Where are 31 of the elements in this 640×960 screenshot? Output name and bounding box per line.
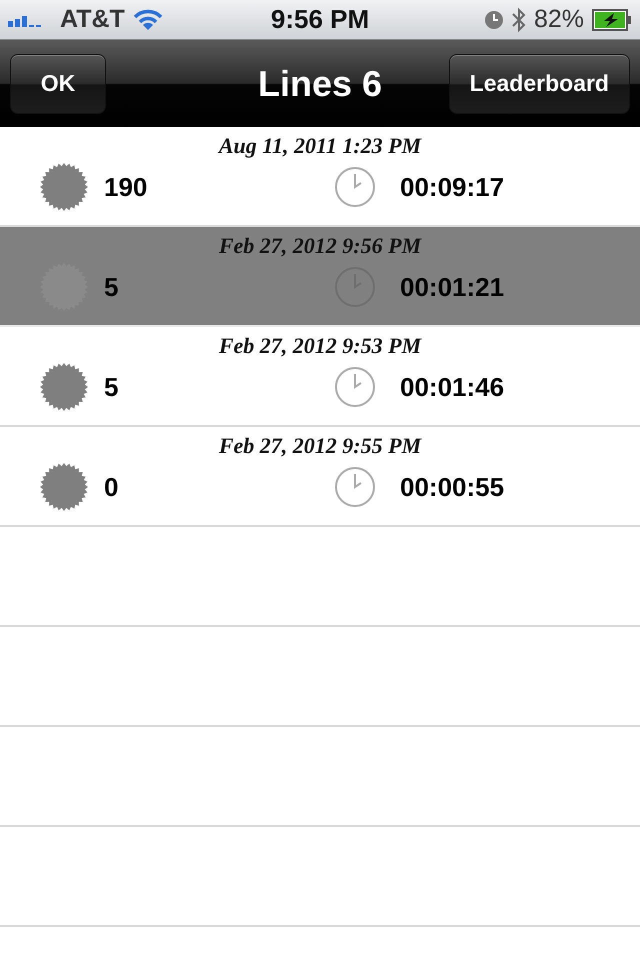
clock-icon — [334, 466, 376, 508]
score-row[interactable]: Feb 27, 2012 9:53 PM 5 00:01:46 — [0, 327, 640, 427]
badge-icon — [40, 163, 88, 211]
row-duration: 00:01:21 — [400, 272, 504, 302]
row-duration: 00:09:17 — [400, 172, 504, 202]
row-duration: 00:01:46 — [400, 372, 504, 402]
row-date: Feb 27, 2012 9:53 PM — [218, 333, 422, 359]
battery-charging-icon — [592, 8, 632, 30]
screen-title: Lines 6 — [258, 62, 382, 104]
leaderboard-button[interactable]: Leaderboard — [448, 54, 630, 114]
row-date: Feb 27, 2012 9:56 PM — [218, 233, 422, 259]
bluetooth-icon — [512, 6, 526, 32]
row-score: 0 — [104, 472, 118, 502]
battery-percent: 82% — [534, 5, 584, 34]
wifi-icon — [132, 8, 163, 30]
row-score: 5 — [104, 272, 118, 302]
row-duration: 00:00:55 — [400, 472, 504, 502]
ok-button[interactable]: OK — [10, 54, 106, 114]
row-score: 190 — [104, 172, 148, 202]
clock-icon — [334, 166, 376, 208]
badge-icon — [40, 463, 88, 511]
clock-icon — [334, 366, 376, 408]
row-score: 5 — [104, 372, 118, 402]
carrier-name: AT&T — [60, 5, 125, 34]
row-date: Aug 11, 2011 1:23 PM — [218, 133, 422, 159]
score-row[interactable]: Feb 27, 2012 9:55 PM 0 00:00:55 — [0, 427, 640, 527]
badge-icon — [40, 363, 88, 411]
alarm-clock-icon — [484, 10, 504, 30]
status-time: 9:56 PM — [270, 4, 370, 35]
score-row[interactable]: Feb 27, 2012 9:56 PM 5 00:01:21 — [0, 227, 640, 327]
row-date: Feb 27, 2012 9:55 PM — [218, 433, 422, 459]
